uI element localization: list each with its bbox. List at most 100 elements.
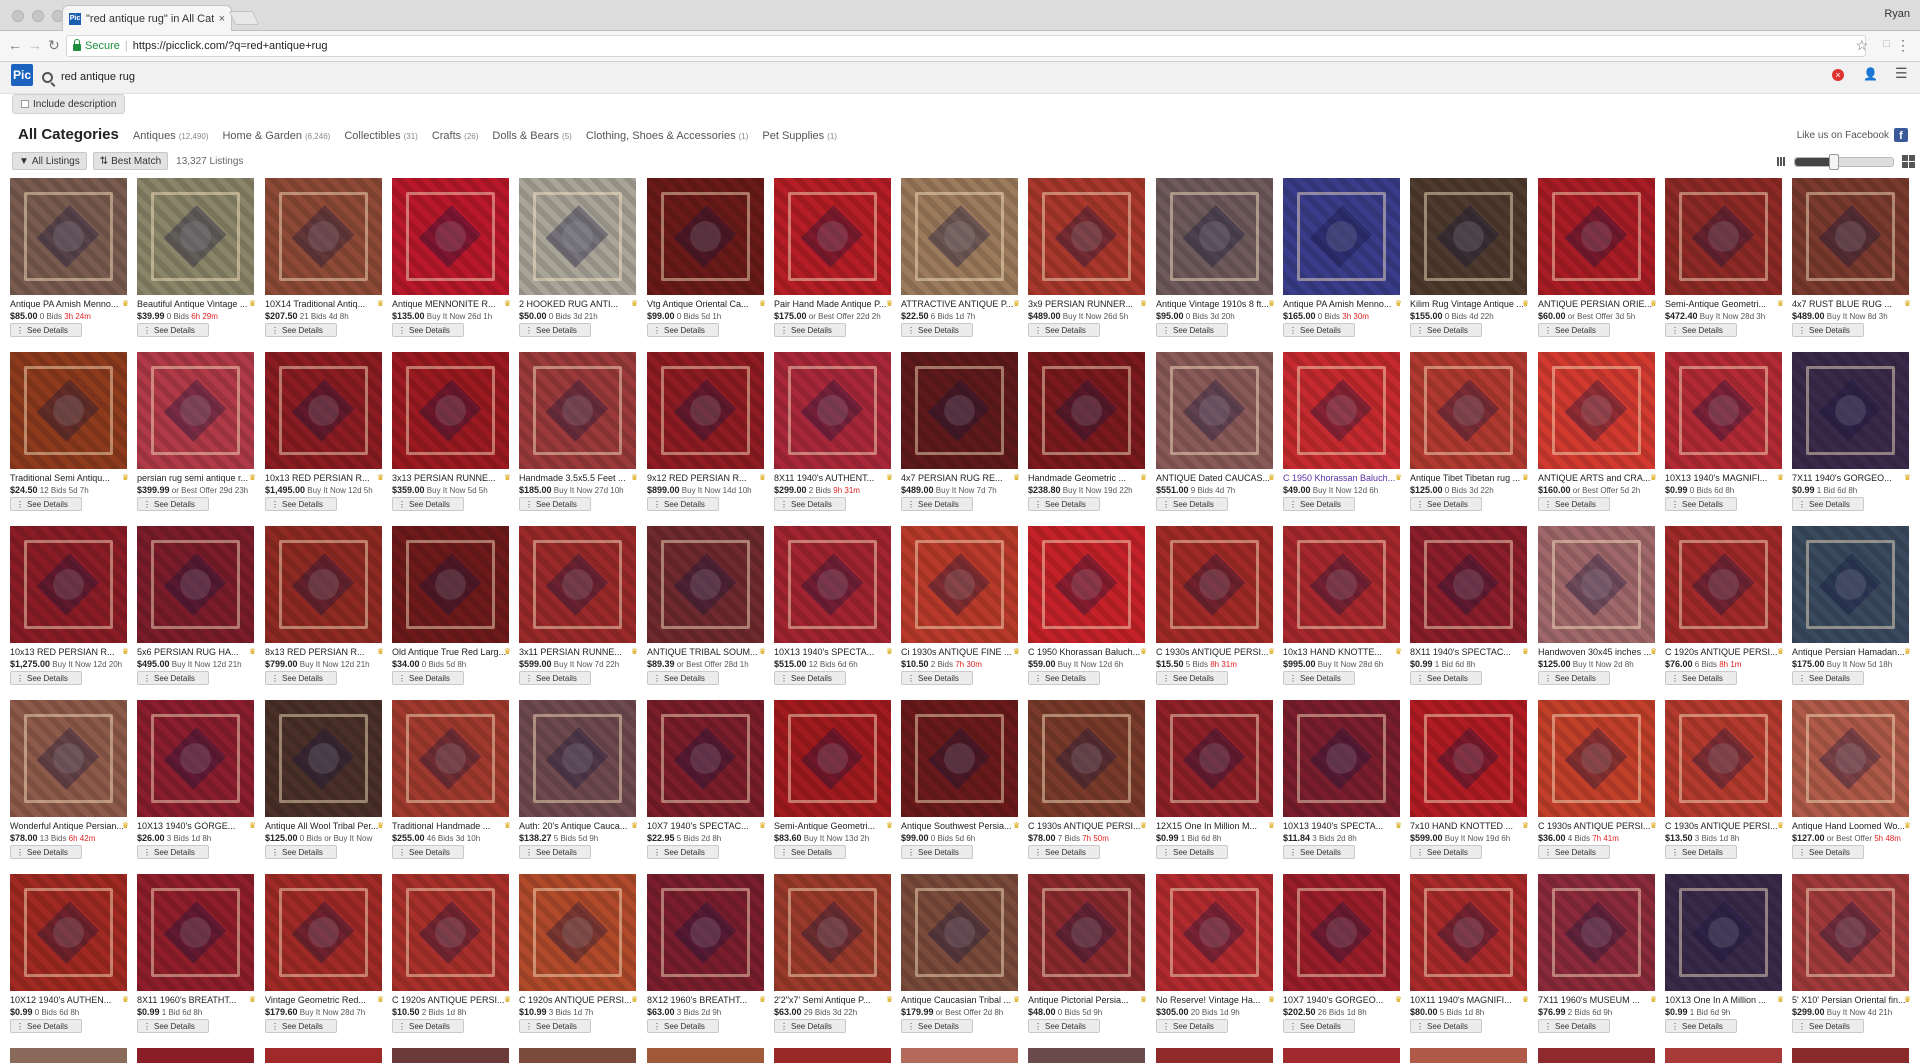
see-details-button[interactable]: ⋮ See Details (1283, 671, 1355, 685)
see-details-button[interactable]: ⋮ See Details (774, 1019, 846, 1033)
see-details-button[interactable]: ⋮ See Details (1665, 845, 1737, 859)
search-box[interactable] (42, 66, 1842, 88)
listing-card[interactable]: Traditional Semi Antiqu... $24.50 12 Bids… (10, 352, 129, 522)
listing-card[interactable]: 7X11 1940's GORGEO... $0.99 1 Bid 6d 8h ⋮ S… (1792, 352, 1911, 522)
listing-title[interactable]: Antique Vintage 1910s 8 ft... (1156, 299, 1273, 309)
listing-card[interactable]: 8X11 1940's SPECTAC... $0.99 1 Bid 6d 8h ⋮… (1410, 526, 1529, 696)
listing-card[interactable]: 10X14 Traditional Antiq... $207.50 21 Bid… (265, 178, 384, 348)
listing-card[interactable]: Beautiful Antique Vintage ... $39.99 0 Bi… (137, 178, 256, 348)
listing-thumbnail[interactable] (1665, 526, 1782, 643)
listing-thumbnail[interactable] (1538, 178, 1655, 295)
listing-thumbnail[interactable] (1283, 178, 1400, 295)
listing-title[interactable]: Semi-Antique Geometri... (774, 821, 891, 831)
listing-title[interactable]: Antique All Wool Tribal Per... (265, 821, 382, 831)
category-link[interactable]: Dolls & Bears (492, 130, 559, 142)
listing-title[interactable]: Antique Hand Loomed Wo... (1792, 821, 1909, 831)
listing-thumbnail[interactable] (1283, 352, 1400, 469)
listing-title[interactable]: Antique PA Amish Menno... (10, 299, 127, 309)
listing-thumbnail[interactable] (392, 874, 509, 991)
include-description-toggle[interactable]: Include description (12, 94, 126, 114)
listing-title[interactable]: ANTIQUE TRIBAL SOUM... (647, 647, 764, 657)
listing-card[interactable]: Vintage Geometric Red... $179.60 Buy It N… (265, 874, 384, 1044)
see-details-button[interactable]: ⋮ See Details (392, 497, 464, 511)
listing-title[interactable]: 3x9 PERSIAN RUNNER... (1028, 299, 1145, 309)
thumbnail-size-slider[interactable] (1794, 153, 1894, 170)
see-details-button[interactable]: ⋮ See Details (647, 845, 719, 859)
listing-card[interactable]: C 1920s ANTIQUE PERSI... $10.99 3 Bids 1d… (519, 874, 638, 1044)
category-link[interactable]: Pet Supplies (762, 130, 824, 142)
listing-title[interactable]: 10X13 1940's SPECTA... (774, 647, 891, 657)
listing-thumbnail[interactable] (1665, 178, 1782, 295)
see-details-button[interactable]: ⋮ See Details (1538, 845, 1610, 859)
grid-view-icon[interactable] (1902, 155, 1915, 168)
listing-thumbnail[interactable] (1410, 526, 1527, 643)
see-details-button[interactable]: ⋮ See Details (647, 497, 719, 511)
new-tab-button[interactable] (228, 11, 260, 25)
listing-title[interactable]: 10X12 1940's AUTHEN... (10, 995, 127, 1005)
listing-title[interactable]: 10X13 1940's GORGE... (137, 821, 254, 831)
listing-thumbnail[interactable] (392, 526, 509, 643)
listing-thumbnail[interactable] (774, 352, 891, 469)
listing-title[interactable]: 7x10 HAND KNOTTED ... (1410, 821, 1527, 831)
see-details-button[interactable]: ⋮ See Details (1792, 323, 1864, 337)
listing-thumbnail[interactable] (1028, 1048, 1145, 1063)
see-details-button[interactable]: ⋮ See Details (519, 845, 591, 859)
see-details-button[interactable]: ⋮ See Details (774, 845, 846, 859)
listing-thumbnail[interactable] (1665, 700, 1782, 817)
see-details-button[interactable]: ⋮ See Details (1538, 497, 1610, 511)
listing-thumbnail[interactable] (1283, 700, 1400, 817)
listing-thumbnail[interactable] (519, 352, 636, 469)
see-details-button[interactable]: ⋮ See Details (1283, 323, 1355, 337)
see-details-button[interactable]: ⋮ See Details (1028, 845, 1100, 859)
see-details-button[interactable]: ⋮ See Details (10, 323, 82, 337)
listing-title[interactable]: ATTRACTIVE ANTIQUE P... (901, 299, 1018, 309)
listing-card[interactable]: 10X13 1940's SPECTA... $11.84 3 Bids 2d 8… (1283, 700, 1402, 870)
listing-card[interactable]: Ci 1930s ANTIQUE FINE ... $10.50 2 Bids 7… (901, 526, 1020, 696)
listing-thumbnail[interactable] (1410, 352, 1527, 469)
listing-thumbnail[interactable] (647, 526, 764, 643)
see-details-button[interactable]: ⋮ See Details (265, 497, 337, 511)
listing-thumbnail[interactable] (1283, 526, 1400, 643)
listing-thumbnail[interactable] (265, 874, 382, 991)
listing-title[interactable]: 5' X10' Persian Oriental fin... (1792, 995, 1909, 1005)
listing-card[interactable]: C 1920s ANTIQUE PERSI... $10.50 2 Bids 1d… (392, 874, 511, 1044)
listing-title[interactable]: Handmade 3.5x5.5 Feet ... (519, 473, 636, 483)
see-details-button[interactable]: ⋮ See Details (1792, 1019, 1864, 1033)
listing-thumbnail[interactable] (1156, 700, 1273, 817)
category-link[interactable]: Clothing, Shoes & Accessories (586, 130, 736, 142)
see-details-button[interactable]: ⋮ See Details (392, 1019, 464, 1033)
listing-title[interactable]: Traditional Semi Antiqu... (10, 473, 127, 483)
listing-title[interactable]: 10X7 1940's SPECTAC... (647, 821, 764, 831)
listing-title[interactable]: 4x7 RUST BLUE RUG ... (1792, 299, 1909, 309)
listing-card[interactable]: 4x7 PERSIAN RUG RE... $489.00 Buy It Now … (901, 352, 1020, 522)
listing-title[interactable]: No Reserve! Vintage Ha... (1156, 995, 1273, 1005)
listing-card[interactable]: 10X13 1940's GORGE... $26.00 3 Bids 1d 8h… (137, 700, 256, 870)
listing-title[interactable]: Kilim Rug Vintage Antique ... (1410, 299, 1527, 309)
see-details-button[interactable]: ⋮ See Details (1156, 323, 1228, 337)
listing-thumbnail[interactable] (1792, 874, 1909, 991)
see-details-button[interactable]: ⋮ See Details (1156, 671, 1228, 685)
listing-card[interactable]: Old Antique True Red Larg... $34.00 0 Bid… (392, 526, 511, 696)
best-match-button[interactable]: ⇅ Best Match (92, 152, 169, 170)
listing-thumbnail[interactable] (1538, 352, 1655, 469)
listing-card[interactable]: Handwoven 30x45 inches ... $125.00 Buy It… (1538, 526, 1657, 696)
listing-card[interactable]: 10x13 HAND KNOTTE... $995.00 Buy It Now 2… (1283, 526, 1402, 696)
see-details-button[interactable]: ⋮ See Details (1410, 845, 1482, 859)
listing-card[interactable]: 2 HOOKED RUG ANTI... $50.00 0 Bids 3d 21h… (519, 178, 638, 348)
listing-card[interactable]: ATTRACTIVE ANTIQUE P... $22.50 6 Bids 1d … (901, 178, 1020, 348)
listing-thumbnail[interactable] (901, 700, 1018, 817)
category-link[interactable]: Antiques (133, 130, 176, 142)
listing-thumbnail[interactable] (1538, 526, 1655, 643)
see-details-button[interactable]: ⋮ See Details (901, 1019, 973, 1033)
see-details-button[interactable]: ⋮ See Details (1665, 323, 1737, 337)
listing-card[interactable]: Antique All Wool Tribal Per... $125.00 0 … (265, 700, 384, 870)
listing-thumbnail[interactable] (1410, 1048, 1527, 1063)
see-details-button[interactable]: ⋮ See Details (1538, 1019, 1610, 1033)
see-details-button[interactable]: ⋮ See Details (1410, 671, 1482, 685)
listing-thumbnail[interactable] (10, 1048, 127, 1063)
tab-close-icon[interactable]: × (219, 13, 225, 25)
listing-thumbnail[interactable] (10, 700, 127, 817)
listing-title[interactable]: C 1920s ANTIQUE PERSI... (1665, 647, 1782, 657)
listing-card[interactable]: Antique Vintage 1910s 8 ft... $95.00 0 Bi… (1156, 178, 1275, 348)
listing-thumbnail[interactable] (1028, 526, 1145, 643)
